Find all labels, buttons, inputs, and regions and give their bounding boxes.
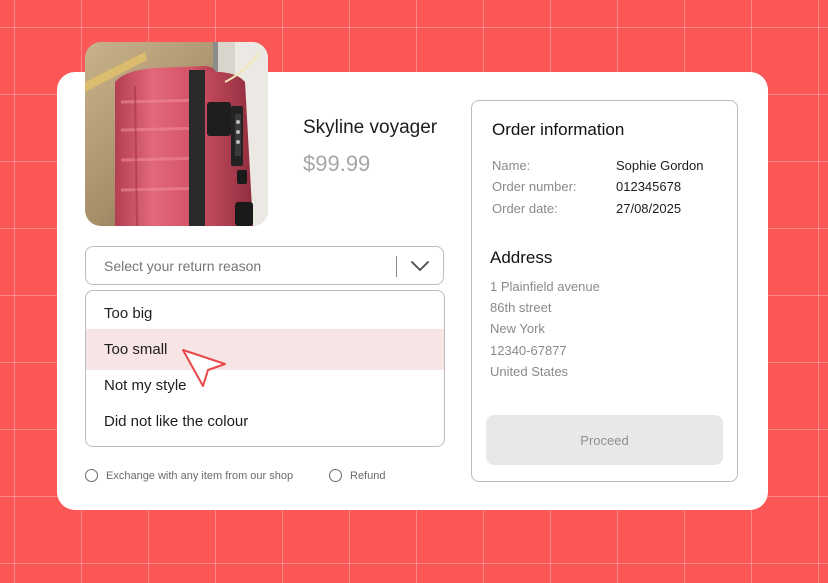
exchange-radio[interactable]: [85, 469, 98, 482]
product-name: Skyline voyager: [303, 117, 438, 138]
order-field-name: Name: Sophie Gordon: [492, 158, 732, 176]
order-number-label: Order number:: [492, 179, 577, 194]
chevron-down-icon[interactable]: [410, 258, 430, 279]
order-field-number: Order number: 012345678: [492, 179, 732, 197]
name-value: Sophie Gordon: [616, 158, 704, 173]
option-not-my-style[interactable]: Not my style: [86, 365, 444, 406]
cursor-arrow-icon: [181, 348, 229, 395]
order-number-value: 012345678: [616, 179, 682, 194]
return-reason-select[interactable]: Select your return reason: [85, 246, 444, 285]
address-line: New York: [490, 321, 545, 336]
order-information-panel: Order information Name: Sophie Gordon Or…: [471, 100, 738, 482]
order-date-value: 27/08/2025: [616, 201, 682, 216]
refund-option[interactable]: Refund: [329, 469, 399, 484]
refund-radio[interactable]: [329, 469, 342, 482]
return-reason-placeholder: Select your return reason: [104, 258, 262, 274]
address-line: 86th street: [490, 300, 552, 315]
proceed-button[interactable]: Proceed: [486, 415, 723, 465]
exchange-label: Exchange with any item from our shop: [106, 470, 294, 482]
address-line: United States: [490, 364, 569, 379]
option-did-not-like-colour[interactable]: Did not like the colour: [86, 401, 444, 442]
order-field-date: Order date: 27/08/2025: [492, 201, 732, 219]
name-label: Name:: [492, 158, 531, 173]
product-image: [85, 42, 268, 226]
address-title: Address: [490, 248, 553, 267]
order-date-label: Order date:: [492, 201, 558, 216]
return-reason-dropdown: Too big Too small Not my style Did not l…: [85, 290, 445, 447]
address-line: 1 Plainfield avenue: [490, 279, 600, 294]
product-price: $99.99: [303, 151, 371, 176]
address-line: 12340-67877: [490, 343, 567, 358]
order-information-title: Order information: [492, 120, 625, 139]
select-divider: [396, 256, 397, 277]
refund-label: Refund: [350, 470, 386, 482]
option-too-small[interactable]: Too small: [86, 329, 444, 370]
exchange-option[interactable]: Exchange with any item from our shop: [85, 469, 315, 484]
option-too-big[interactable]: Too big: [86, 293, 444, 334]
